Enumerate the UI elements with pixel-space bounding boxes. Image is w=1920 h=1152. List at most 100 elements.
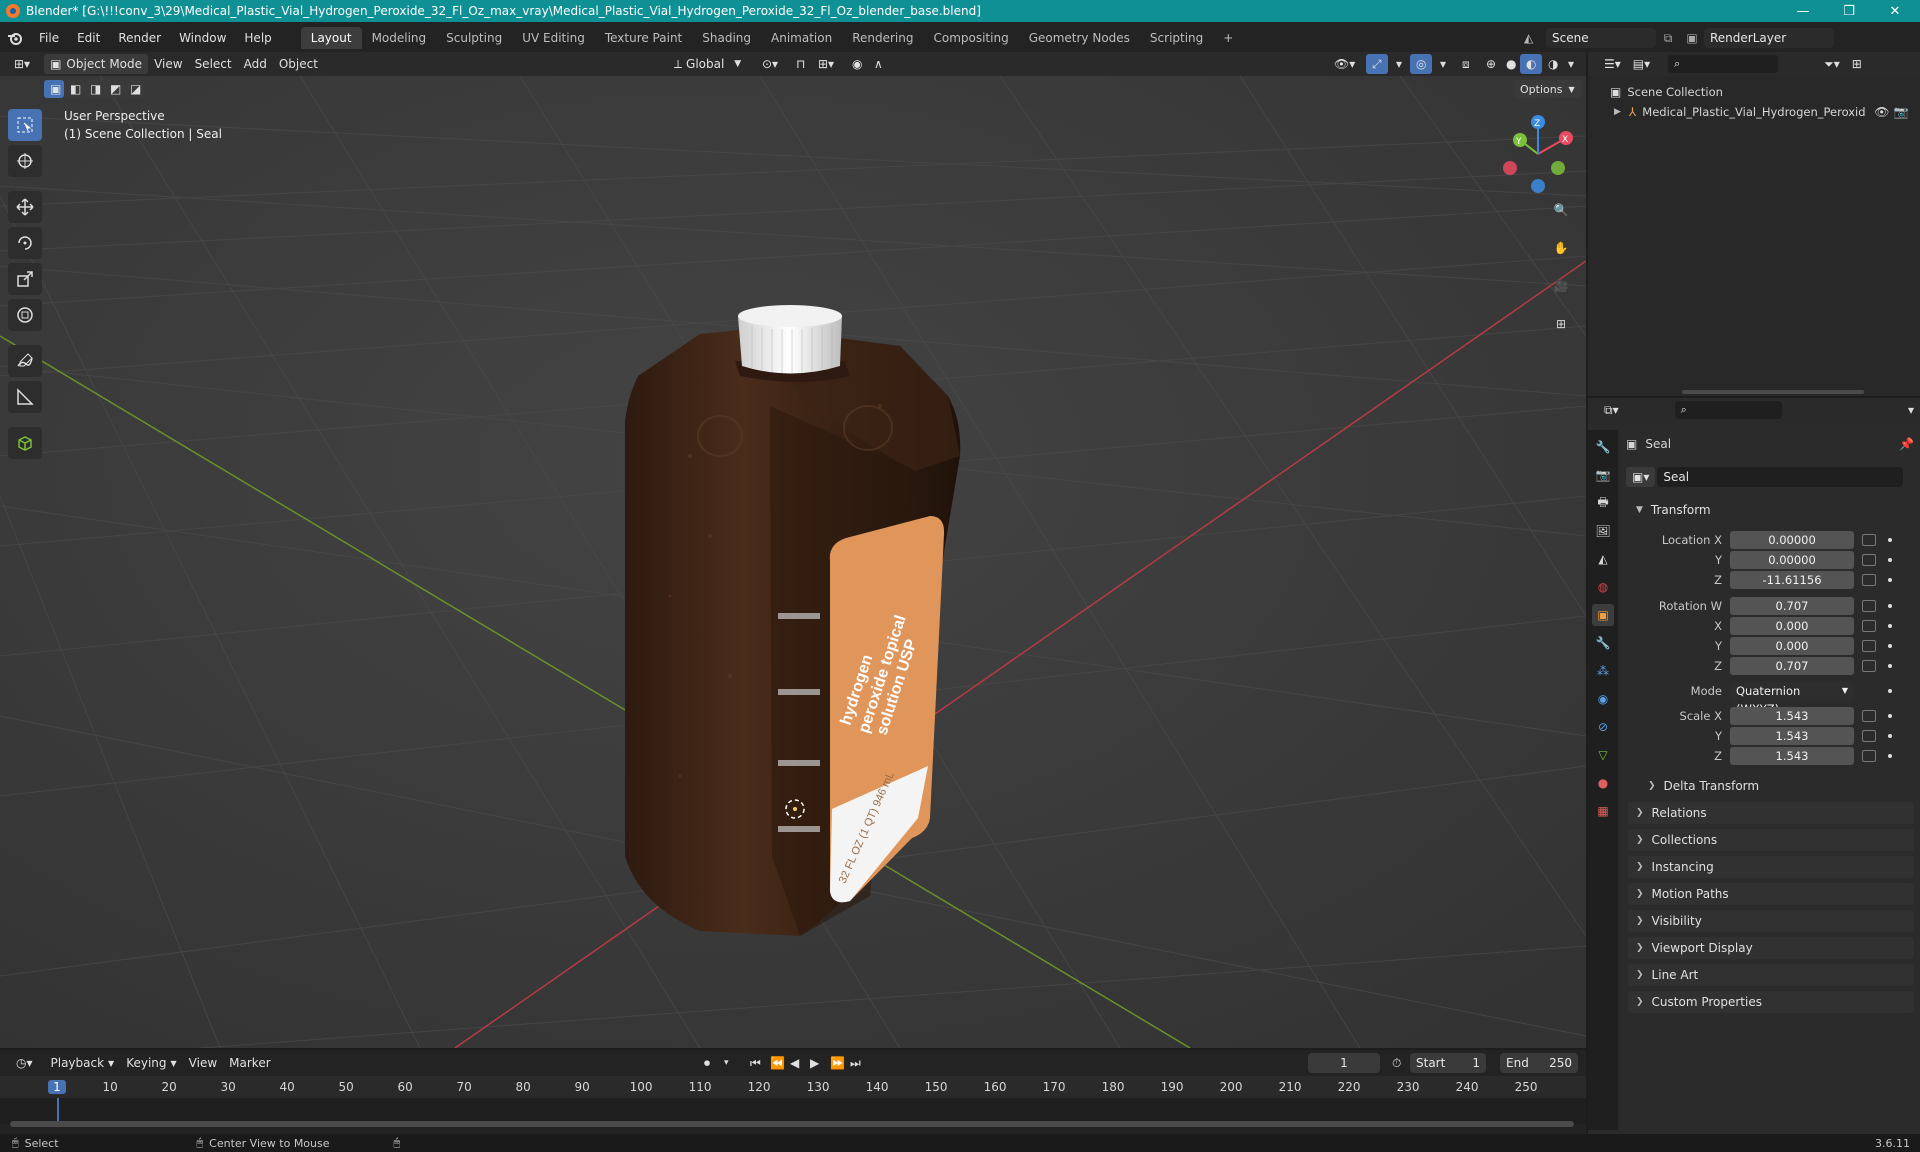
rotation-z-field[interactable]: 0.707 bbox=[1730, 657, 1854, 675]
instancing-panel[interactable]: ❯ Instancing bbox=[1628, 856, 1914, 878]
render-camera-icon[interactable]: 📷 bbox=[1894, 105, 1909, 119]
tab-compositing[interactable]: Compositing bbox=[923, 27, 1018, 49]
camera-view-icon[interactable]: 🎥 bbox=[1548, 274, 1574, 298]
tab-scripting[interactable]: Scripting bbox=[1140, 27, 1213, 49]
location-x-field[interactable]: 0.00000 bbox=[1730, 531, 1854, 549]
keyframe-dot-icon[interactable] bbox=[1888, 664, 1892, 668]
custom-properties-panel[interactable]: ❯ Custom Properties bbox=[1628, 991, 1914, 1013]
lock-icon[interactable] bbox=[1862, 620, 1876, 632]
scale-tool-icon[interactable] bbox=[8, 263, 42, 295]
viewport-menu-select[interactable]: Select bbox=[189, 54, 238, 74]
pan-hand-icon[interactable]: ✋ bbox=[1548, 236, 1574, 260]
navigation-gizmo[interactable]: X Y Z bbox=[1496, 112, 1580, 196]
lock-icon[interactable] bbox=[1862, 600, 1876, 612]
rotation-w-field[interactable]: 0.707 bbox=[1730, 597, 1854, 615]
maximize-button[interactable]: ❐ bbox=[1826, 0, 1872, 22]
options-button[interactable]: Options ▼ bbox=[1514, 80, 1581, 98]
tab-geometry-nodes[interactable]: Geometry Nodes bbox=[1019, 27, 1140, 49]
pivot-point-icon[interactable]: ⊙▾ bbox=[756, 54, 784, 74]
expand-arrow-icon[interactable]: ▶ bbox=[1614, 107, 1621, 117]
object-name-field[interactable]: Seal bbox=[1657, 467, 1904, 487]
outliner-editor-type-icon[interactable]: ☰▾ bbox=[1598, 54, 1627, 74]
timeline-ruler[interactable]: 1 10 20 30 40 50 60 70 80 90 100 110 120 130 140 150 160… bbox=[0, 1076, 1586, 1098]
render-tab-icon[interactable]: 📷 bbox=[1592, 464, 1614, 486]
menu-window[interactable]: Window bbox=[170, 31, 235, 45]
tab-uv-editing[interactable]: UV Editing bbox=[512, 27, 595, 49]
menu-render[interactable]: Render bbox=[109, 31, 170, 45]
minimize-button[interactable]: — bbox=[1780, 0, 1826, 22]
3d-viewport[interactable]: hydrogen peroxide topical solution USP 3… bbox=[0, 76, 1586, 1048]
marker-menu[interactable]: Marker bbox=[223, 1053, 276, 1073]
playback-menu[interactable]: Playback ▼ bbox=[45, 1053, 121, 1073]
snap-target-icon[interactable]: ⊞▾ bbox=[812, 54, 840, 74]
gizmo-dropdown-icon[interactable]: ▾ bbox=[1390, 54, 1408, 74]
tab-rendering[interactable]: Rendering bbox=[842, 27, 923, 49]
rotation-y-field[interactable]: 0.000 bbox=[1730, 637, 1854, 655]
scale-y-field[interactable]: 1.543 bbox=[1730, 727, 1854, 745]
end-frame-field[interactable]: End 250 bbox=[1500, 1053, 1578, 1073]
snap-icon[interactable]: ⊓ bbox=[790, 54, 811, 74]
zoom-icon[interactable]: 🔍 bbox=[1548, 198, 1574, 222]
editor-type-icon[interactable]: ⊞▾ bbox=[8, 54, 36, 74]
move-tool-icon[interactable] bbox=[8, 191, 42, 223]
add-workspace-button[interactable]: + bbox=[1213, 27, 1243, 49]
motion-paths-panel[interactable]: ❯ Motion Paths bbox=[1628, 883, 1914, 905]
texture-tab-icon[interactable]: ▦ bbox=[1592, 800, 1614, 822]
tab-texture-paint[interactable]: Texture Paint bbox=[595, 27, 692, 49]
jump-end-icon[interactable]: ⏭ bbox=[844, 1053, 867, 1073]
delta-transform-subpanel[interactable]: ❯ Delta Transform bbox=[1640, 775, 1914, 797]
keyframe-dot-icon[interactable] bbox=[1888, 558, 1892, 562]
viewport-display-panel[interactable]: ❯ Viewport Display bbox=[1628, 937, 1914, 959]
overlays-dropdown-icon[interactable]: ▾ bbox=[1434, 54, 1452, 74]
object-browse-icon[interactable]: ▣▾ bbox=[1626, 467, 1656, 487]
play-reverse-icon[interactable]: ◀ bbox=[784, 1053, 805, 1073]
blender-menu-icon[interactable] bbox=[0, 31, 30, 45]
visibility-panel[interactable]: ❯ Visibility bbox=[1628, 910, 1914, 932]
lock-icon[interactable] bbox=[1862, 710, 1876, 722]
keyframe-dot-icon[interactable] bbox=[1888, 624, 1892, 628]
wireframe-shading-icon[interactable]: ⊕ bbox=[1480, 54, 1502, 74]
object-visibility-icon[interactable]: 👁▾ bbox=[1328, 54, 1361, 74]
select-extend-icon[interactable]: ◧ bbox=[64, 80, 84, 98]
tab-animation[interactable]: Animation bbox=[761, 27, 842, 49]
location-z-field[interactable]: -11.61156 bbox=[1730, 571, 1854, 589]
viewport-menu-add[interactable]: Add bbox=[238, 54, 273, 74]
viewport-menu-object[interactable]: Object bbox=[273, 54, 324, 74]
menu-file[interactable]: File bbox=[30, 31, 68, 45]
lock-icon[interactable] bbox=[1862, 554, 1876, 566]
render-layer-icon[interactable]: ▣ bbox=[1680, 31, 1704, 45]
cursor-tool-icon[interactable] bbox=[8, 145, 42, 177]
scene-tab-icon[interactable]: ◭ bbox=[1592, 548, 1614, 570]
world-tab-icon[interactable]: ◍ bbox=[1592, 576, 1614, 598]
auto-keying-record-icon[interactable]: ⏺ bbox=[698, 1053, 716, 1073]
xray-icon[interactable]: ⧈ bbox=[1456, 54, 1476, 74]
pin-icon[interactable]: 📌 bbox=[1899, 437, 1914, 451]
stopwatch-icon[interactable]: ⏱ bbox=[1386, 1053, 1407, 1073]
lock-icon[interactable] bbox=[1862, 660, 1876, 672]
mode-selector[interactable]: ▣ Object Mode bbox=[44, 54, 149, 74]
data-tab-icon[interactable]: ▽ bbox=[1592, 744, 1614, 766]
current-frame-field[interactable]: 1 bbox=[1308, 1053, 1380, 1073]
shading-dropdown-icon[interactable]: ▾ bbox=[1562, 54, 1580, 74]
rotate-tool-icon[interactable] bbox=[8, 227, 42, 259]
select-box-tool-icon[interactable] bbox=[8, 109, 42, 141]
proportional-edit-icon[interactable]: ◉ bbox=[846, 54, 868, 74]
select-subtract-icon[interactable]: ◨ bbox=[84, 80, 104, 98]
collections-panel[interactable]: ❯ Collections bbox=[1628, 829, 1914, 851]
lock-icon[interactable] bbox=[1862, 750, 1876, 762]
start-frame-field[interactable]: Start 1 bbox=[1410, 1053, 1486, 1073]
material-shading-icon[interactable]: ◐ bbox=[1520, 54, 1543, 74]
keyframe-dot-icon[interactable] bbox=[1888, 734, 1892, 738]
transform-panel-header[interactable]: ▼ Transform bbox=[1628, 499, 1914, 521]
outliner-search-input[interactable]: ⌕ bbox=[1668, 55, 1779, 73]
play-icon[interactable]: ▶ bbox=[804, 1053, 825, 1073]
timeline-editor-type-icon[interactable]: ◷▾ bbox=[10, 1053, 39, 1073]
transform-orientation-selector[interactable]: ⟂ Global ▼ bbox=[668, 54, 747, 74]
tab-sculpting[interactable]: Sculpting bbox=[436, 27, 512, 49]
rotation-x-field[interactable]: 0.000 bbox=[1730, 617, 1854, 635]
scale-z-field[interactable]: 1.543 bbox=[1730, 747, 1854, 765]
add-cube-tool-icon[interactable] bbox=[8, 427, 42, 459]
measure-tool-icon[interactable] bbox=[8, 381, 42, 413]
outliner-scrollbar[interactable] bbox=[1682, 390, 1864, 394]
overlays-icon[interactable]: ◎ bbox=[1410, 54, 1433, 74]
